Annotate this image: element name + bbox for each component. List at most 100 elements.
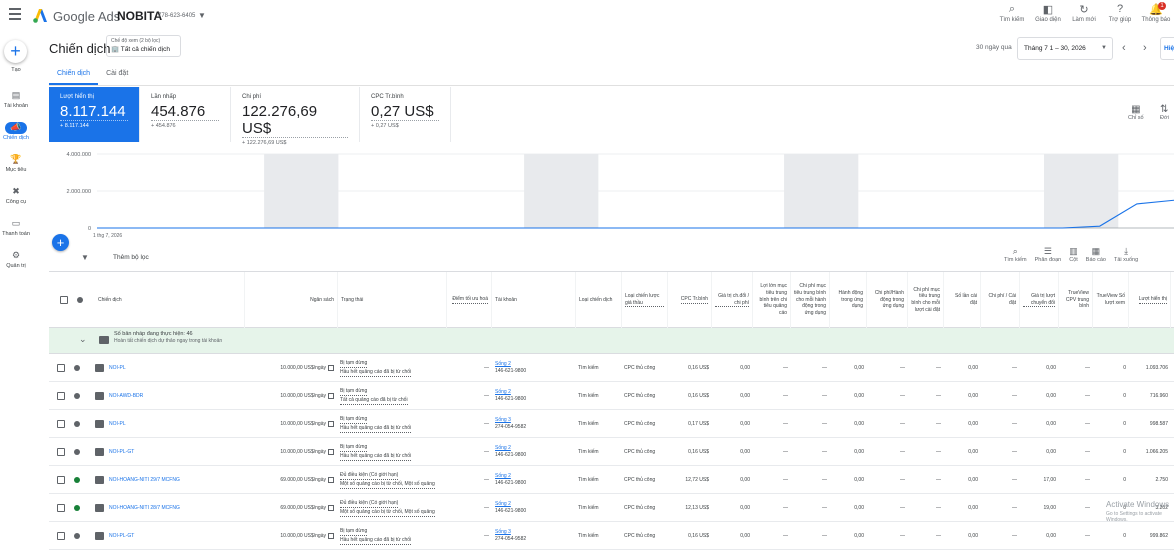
column-header-bidstrat[interactable]: Loại chiến lược giá thầu <box>622 272 668 328</box>
account-name[interactable]: NOBITA <box>117 9 162 23</box>
campaign-name-link[interactable]: NOI-AWD-BDR <box>109 393 143 400</box>
scorecard-2[interactable]: Chi phí 122.276,69 US$ + 122.276,69 US$ <box>231 87 360 146</box>
column-header-avgcpc[interactable]: CPC Tr.bình <box>668 272 712 328</box>
status-primary[interactable]: Bị tạm dừng <box>340 527 368 536</box>
columns-table-tool[interactable]: ▥ Cột <box>1069 246 1078 263</box>
download-table-tool[interactable]: ⤓ Tải xuống <box>1114 246 1138 263</box>
row-checkbox[interactable] <box>57 364 65 372</box>
column-header-installs[interactable]: Số lần cài đặt <box>944 272 981 328</box>
view-mode-selector[interactable]: Chế độ xem (2 bộ lọc) 🏢 Tất cả chiến dịc… <box>106 35 181 57</box>
edit-icon[interactable] <box>328 421 334 427</box>
account-link[interactable]: Sống 2 <box>495 389 526 396</box>
column-header-c2[interactable]: Chi phí mục tiêu trung bình cho mỗi hành… <box>791 272 830 328</box>
edit-icon[interactable] <box>328 393 334 399</box>
status-primary[interactable]: Bị tạm dừng <box>340 415 368 424</box>
table-row[interactable]: NOI-HOANG-NITI 29/7 MCFNG 69.000,00 US$/… <box>49 466 1174 494</box>
report-table-tool[interactable]: ▦ Báo cáo <box>1086 246 1106 263</box>
scorecard-1[interactable]: Lần nhấp 454.876 + 454.876 <box>140 87 231 142</box>
row-checkbox[interactable] <box>57 392 65 400</box>
status-primary[interactable]: Bị tạm dừng <box>340 387 368 396</box>
help-tool-button[interactable]: ? Trợ giúp <box>1102 3 1138 23</box>
add-campaign-button[interactable]: + <box>52 234 69 251</box>
status-secondary[interactable]: Hầu hết quảng cáo đã bị từ chối <box>340 368 412 377</box>
column-header-account[interactable]: Tài khoản <box>492 272 576 328</box>
account-link[interactable]: Sống 3 <box>495 417 526 424</box>
table-row[interactable]: NOI-PL-GT 10.000,00 US$/ngày Bị tạm dừng… <box>49 522 1174 550</box>
table-row[interactable]: NOI-PL 10.000,00 US$/ngày Bị tạm dừng Hầ… <box>49 354 1174 382</box>
edit-icon[interactable] <box>328 365 334 371</box>
tab-1[interactable]: Cài đặt <box>98 66 136 85</box>
compare-button[interactable]: Hiệ <box>1160 37 1174 60</box>
edit-icon[interactable] <box>328 505 334 511</box>
nav-item-tools[interactable]: ✖ Công cụ <box>0 186 32 205</box>
column-header-c4[interactable]: Chi phí/Hành động trong ứng dụng <box>867 272 908 328</box>
date-range-select[interactable]: Tháng 7 1 – 30, 2026 ▼ <box>1017 37 1113 60</box>
row-checkbox[interactable] <box>57 504 65 512</box>
table-row[interactable]: NOI-AWD-BDR 10.000,00 US$/ngày Bị tạm dừ… <box>49 382 1174 410</box>
bell-tool-button[interactable]: 🔔 Thông báo 1 <box>1138 2 1174 23</box>
nav-item-account[interactable]: ▤ Tài khoản <box>0 90 32 109</box>
table-row[interactable]: NOI-PL 10.000,00 US$/ngày Bị tạm dừng Hầ… <box>49 410 1174 438</box>
account-link[interactable]: Sống 2 <box>495 445 526 452</box>
status-secondary[interactable]: Hầu hết quảng cáo đã bị từ chối <box>340 424 412 433</box>
nav-item-campaign[interactable]: 📣 Chiến dịch <box>0 122 32 141</box>
account-link[interactable]: Sống 2 <box>495 361 526 368</box>
column-header-c3[interactable]: Hành động trong ứng dụng <box>830 272 867 328</box>
column-header-name[interactable]: Chiến dịch <box>95 272 245 328</box>
status-secondary[interactable]: Một số quảng cáo bị từ chối, Một số quản… <box>340 508 435 517</box>
table-row[interactable]: NOI-HOANG-NITI 28/7 MCFNG 69.000,00 US$/… <box>49 494 1174 522</box>
column-header-c1[interactable]: Lợi lớn mục tiêu trung bình trên chi tiê… <box>753 272 791 328</box>
status-secondary[interactable]: Một số quảng cáo bị từ chối, Một số quản… <box>340 480 435 489</box>
column-header-convvalue[interactable]: Giá trị ch.đổi / chi phí <box>712 272 753 328</box>
account-link[interactable]: Sống 3 <box>495 529 526 536</box>
campaign-name-link[interactable]: NOI-HOANG-NITI 28/7 MCFNG <box>109 505 180 512</box>
draft-row[interactable]: ⌄ Số bản nháp đang thực hiện: 46 Hoàn tấ… <box>49 328 1174 354</box>
campaign-name-link[interactable]: NOI-PL-GT <box>109 449 134 456</box>
create-button[interactable]: + <box>4 40 27 63</box>
search-table-tool[interactable]: ⌕ Tìm kiếm <box>1004 246 1027 263</box>
nav-item-admin[interactable]: ⚙ Quản trị <box>0 250 32 269</box>
status-secondary[interactable]: Hầu hết quảng cáo đã bị từ chối <box>340 452 412 461</box>
status-primary[interactable]: Đủ điều kiện (Có giới hạn) <box>340 471 399 480</box>
status-secondary[interactable]: Hầu hết quảng cáo đã bị từ chối <box>340 536 412 545</box>
column-header-budget[interactable]: Ngân sách <box>245 272 338 328</box>
column-header-convval[interactable]: Giá trị lượt chuyển đổi <box>1020 272 1059 328</box>
column-header-optscore[interactable]: Điểm tối ưu hoá <box>447 272 492 328</box>
status-primary[interactable]: Đủ điều kiện (Có giới hạn) <box>340 499 399 508</box>
select-all-checkbox[interactable] <box>60 296 68 304</box>
column-header-cpi[interactable]: Chi phí / Cài đặt <box>981 272 1020 328</box>
edit-icon[interactable] <box>328 477 334 483</box>
scorecard-3[interactable]: CPC Tr.bình 0,27 US$ + 0,27 US$ <box>360 87 451 142</box>
account-link[interactable]: Sống 2 <box>495 501 526 508</box>
status-primary[interactable]: Bị tạm dừng <box>340 359 368 368</box>
nav-item-goals[interactable]: 🏆 Mục tiêu <box>0 154 32 173</box>
column-header-c5[interactable]: Chi phí mục tiêu trung bình cho mỗi lượt… <box>908 272 944 328</box>
filter-icon[interactable]: ▼ <box>81 253 89 262</box>
appearance-tool-button[interactable]: ◧ Giao diện <box>1030 3 1066 23</box>
column-header-type[interactable]: Loại chiến dịch <box>576 272 622 328</box>
row-checkbox[interactable] <box>57 448 65 456</box>
tab-0[interactable]: Chiến dịch <box>49 66 99 85</box>
column-header-status[interactable]: Trạng thái <box>338 272 447 328</box>
status-secondary[interactable]: Tất cả quảng cáo đã bị từ chối <box>340 396 408 405</box>
next-period-icon[interactable]: › <box>1143 42 1147 54</box>
add-filter-button[interactable]: Thêm bộ lọc <box>113 254 149 261</box>
chevron-down-icon[interactable]: ⌄ <box>79 334 87 345</box>
account-dropdown-icon[interactable]: ▼ <box>198 11 206 20</box>
row-checkbox[interactable] <box>57 420 65 428</box>
nav-item-billing[interactable]: ▭ Thanh toán <box>0 218 32 237</box>
segment-table-tool[interactable]: ☰ Phân đoạn <box>1035 246 1062 263</box>
column-header-trueview_views[interactable]: TrueView Số lượt xem <box>1093 272 1129 328</box>
scorecard-0[interactable]: Lượt hiển thị 8.117.144 + 8.117.144 <box>49 87 140 142</box>
account-link[interactable]: Sống 2 <box>495 473 526 480</box>
refresh-tool-button[interactable]: ↻ Làm mới <box>1066 3 1102 23</box>
campaign-name-link[interactable]: NOI-PL <box>109 365 126 372</box>
menu-icon[interactable] <box>9 8 21 20</box>
table-row[interactable]: NOI-PL-GT 10.000,00 US$/ngày Bị tạm dừng… <box>49 438 1174 466</box>
edit-icon[interactable] <box>328 449 334 455</box>
column-header-trueview_cpv[interactable]: TrueView CPV trung bình <box>1059 272 1093 328</box>
edit-icon[interactable] <box>328 533 334 539</box>
column-header-impr[interactable]: Lượt hiển thị <box>1129 272 1171 328</box>
campaign-name-link[interactable]: NOI-PL <box>109 421 126 428</box>
chart-adjust-button[interactable]: ⇅ Đới <box>1160 104 1169 121</box>
